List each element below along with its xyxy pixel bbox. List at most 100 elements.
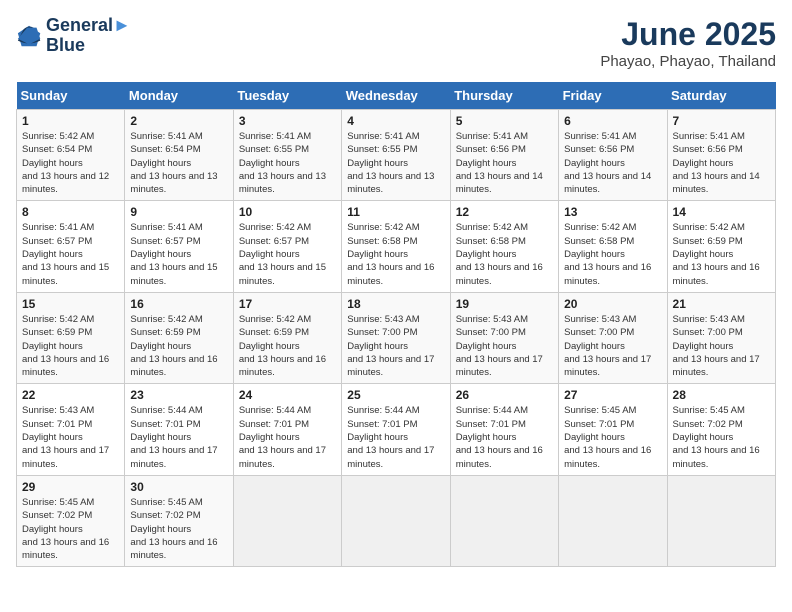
day-number: 15 <box>22 297 119 311</box>
weekday-header: Friday <box>559 82 667 110</box>
day-number: 16 <box>130 297 227 311</box>
day-detail: Sunrise: 5:44 AM Sunset: 7:01 PM Dayligh… <box>130 404 227 470</box>
day-number: 21 <box>673 297 770 311</box>
day-number: 25 <box>347 388 444 402</box>
calendar-day: 10 Sunrise: 5:42 AM Sunset: 6:57 PM Dayl… <box>233 201 341 292</box>
day-detail: Sunrise: 5:42 AM Sunset: 6:59 PM Dayligh… <box>22 313 119 379</box>
calendar-day: 18 Sunrise: 5:43 AM Sunset: 7:00 PM Dayl… <box>342 292 450 383</box>
day-detail: Sunrise: 5:42 AM Sunset: 6:57 PM Dayligh… <box>239 221 336 287</box>
day-detail: Sunrise: 5:45 AM Sunset: 7:02 PM Dayligh… <box>22 496 119 562</box>
calendar-day: 21 Sunrise: 5:43 AM Sunset: 7:00 PM Dayl… <box>667 292 775 383</box>
calendar-day <box>233 475 341 566</box>
day-detail: Sunrise: 5:42 AM Sunset: 6:54 PM Dayligh… <box>22 130 119 196</box>
day-number: 13 <box>564 205 661 219</box>
day-detail: Sunrise: 5:43 AM Sunset: 7:00 PM Dayligh… <box>673 313 770 379</box>
day-number: 8 <box>22 205 119 219</box>
day-number: 26 <box>456 388 553 402</box>
calendar-day: 17 Sunrise: 5:42 AM Sunset: 6:59 PM Dayl… <box>233 292 341 383</box>
calendar-day: 30 Sunrise: 5:45 AM Sunset: 7:02 PM Dayl… <box>125 475 233 566</box>
day-detail: Sunrise: 5:41 AM Sunset: 6:55 PM Dayligh… <box>347 130 444 196</box>
calendar-day: 26 Sunrise: 5:44 AM Sunset: 7:01 PM Dayl… <box>450 384 558 475</box>
day-number: 3 <box>239 114 336 128</box>
calendar-day: 1 Sunrise: 5:42 AM Sunset: 6:54 PM Dayli… <box>17 110 125 201</box>
day-number: 27 <box>564 388 661 402</box>
calendar-day: 19 Sunrise: 5:43 AM Sunset: 7:00 PM Dayl… <box>450 292 558 383</box>
weekday-header: Monday <box>125 82 233 110</box>
calendar-week: 1 Sunrise: 5:42 AM Sunset: 6:54 PM Dayli… <box>17 110 776 201</box>
day-detail: Sunrise: 5:42 AM Sunset: 6:58 PM Dayligh… <box>456 221 553 287</box>
calendar-day: 8 Sunrise: 5:41 AM Sunset: 6:57 PM Dayli… <box>17 201 125 292</box>
day-detail: Sunrise: 5:43 AM Sunset: 7:01 PM Dayligh… <box>22 404 119 470</box>
calendar-day: 23 Sunrise: 5:44 AM Sunset: 7:01 PM Dayl… <box>125 384 233 475</box>
day-detail: Sunrise: 5:44 AM Sunset: 7:01 PM Dayligh… <box>456 404 553 470</box>
day-number: 18 <box>347 297 444 311</box>
day-number: 10 <box>239 205 336 219</box>
title-area: June 2025 Phayao, Phayao, Thailand <box>600 16 776 70</box>
day-number: 12 <box>456 205 553 219</box>
day-number: 20 <box>564 297 661 311</box>
day-detail: Sunrise: 5:42 AM Sunset: 6:58 PM Dayligh… <box>564 221 661 287</box>
logo: General► Blue <box>16 16 131 56</box>
weekday-header: Saturday <box>667 82 775 110</box>
calendar-day: 15 Sunrise: 5:42 AM Sunset: 6:59 PM Dayl… <box>17 292 125 383</box>
calendar-day <box>559 475 667 566</box>
calendar-day: 3 Sunrise: 5:41 AM Sunset: 6:55 PM Dayli… <box>233 110 341 201</box>
day-detail: Sunrise: 5:41 AM Sunset: 6:56 PM Dayligh… <box>564 130 661 196</box>
day-detail: Sunrise: 5:43 AM Sunset: 7:00 PM Dayligh… <box>456 313 553 379</box>
day-detail: Sunrise: 5:42 AM Sunset: 6:59 PM Dayligh… <box>239 313 336 379</box>
calendar-week: 8 Sunrise: 5:41 AM Sunset: 6:57 PM Dayli… <box>17 201 776 292</box>
calendar-day: 14 Sunrise: 5:42 AM Sunset: 6:59 PM Dayl… <box>667 201 775 292</box>
calendar-day: 22 Sunrise: 5:43 AM Sunset: 7:01 PM Dayl… <box>17 384 125 475</box>
day-detail: Sunrise: 5:45 AM Sunset: 7:01 PM Dayligh… <box>564 404 661 470</box>
day-detail: Sunrise: 5:43 AM Sunset: 7:00 PM Dayligh… <box>347 313 444 379</box>
calendar-day: 6 Sunrise: 5:41 AM Sunset: 6:56 PM Dayli… <box>559 110 667 201</box>
day-detail: Sunrise: 5:41 AM Sunset: 6:54 PM Dayligh… <box>130 130 227 196</box>
day-number: 30 <box>130 480 227 494</box>
day-number: 9 <box>130 205 227 219</box>
calendar-day <box>342 475 450 566</box>
calendar-table: SundayMondayTuesdayWednesdayThursdayFrid… <box>16 82 776 567</box>
day-number: 24 <box>239 388 336 402</box>
day-detail: Sunrise: 5:44 AM Sunset: 7:01 PM Dayligh… <box>347 404 444 470</box>
calendar-day: 27 Sunrise: 5:45 AM Sunset: 7:01 PM Dayl… <box>559 384 667 475</box>
calendar-day: 25 Sunrise: 5:44 AM Sunset: 7:01 PM Dayl… <box>342 384 450 475</box>
calendar-day: 20 Sunrise: 5:43 AM Sunset: 7:00 PM Dayl… <box>559 292 667 383</box>
day-detail: Sunrise: 5:45 AM Sunset: 7:02 PM Dayligh… <box>130 496 227 562</box>
calendar-week: 29 Sunrise: 5:45 AM Sunset: 7:02 PM Dayl… <box>17 475 776 566</box>
day-number: 17 <box>239 297 336 311</box>
day-number: 19 <box>456 297 553 311</box>
calendar-week: 15 Sunrise: 5:42 AM Sunset: 6:59 PM Dayl… <box>17 292 776 383</box>
day-detail: Sunrise: 5:42 AM Sunset: 6:58 PM Dayligh… <box>347 221 444 287</box>
logo-icon <box>16 22 44 50</box>
day-number: 28 <box>673 388 770 402</box>
subtitle: Phayao, Phayao, Thailand <box>600 53 776 70</box>
calendar-day: 9 Sunrise: 5:41 AM Sunset: 6:57 PM Dayli… <box>125 201 233 292</box>
day-number: 14 <box>673 205 770 219</box>
weekday-header: Wednesday <box>342 82 450 110</box>
day-number: 22 <box>22 388 119 402</box>
day-detail: Sunrise: 5:41 AM Sunset: 6:57 PM Dayligh… <box>22 221 119 287</box>
header: General► Blue June 2025 Phayao, Phayao, … <box>16 16 776 70</box>
day-number: 2 <box>130 114 227 128</box>
day-detail: Sunrise: 5:45 AM Sunset: 7:02 PM Dayligh… <box>673 404 770 470</box>
calendar-day: 16 Sunrise: 5:42 AM Sunset: 6:59 PM Dayl… <box>125 292 233 383</box>
day-number: 4 <box>347 114 444 128</box>
calendar-day: 29 Sunrise: 5:45 AM Sunset: 7:02 PM Dayl… <box>17 475 125 566</box>
day-number: 7 <box>673 114 770 128</box>
calendar-week: 22 Sunrise: 5:43 AM Sunset: 7:01 PM Dayl… <box>17 384 776 475</box>
day-detail: Sunrise: 5:43 AM Sunset: 7:00 PM Dayligh… <box>564 313 661 379</box>
day-number: 1 <box>22 114 119 128</box>
day-detail: Sunrise: 5:41 AM Sunset: 6:55 PM Dayligh… <box>239 130 336 196</box>
day-number: 11 <box>347 205 444 219</box>
calendar-day <box>450 475 558 566</box>
day-detail: Sunrise: 5:41 AM Sunset: 6:57 PM Dayligh… <box>130 221 227 287</box>
weekday-header: Thursday <box>450 82 558 110</box>
calendar-day <box>667 475 775 566</box>
calendar-day: 28 Sunrise: 5:45 AM Sunset: 7:02 PM Dayl… <box>667 384 775 475</box>
day-detail: Sunrise: 5:41 AM Sunset: 6:56 PM Dayligh… <box>456 130 553 196</box>
day-detail: Sunrise: 5:42 AM Sunset: 6:59 PM Dayligh… <box>130 313 227 379</box>
calendar-day: 12 Sunrise: 5:42 AM Sunset: 6:58 PM Dayl… <box>450 201 558 292</box>
calendar-day: 4 Sunrise: 5:41 AM Sunset: 6:55 PM Dayli… <box>342 110 450 201</box>
logo-text: General► Blue <box>46 16 131 56</box>
calendar-day: 24 Sunrise: 5:44 AM Sunset: 7:01 PM Dayl… <box>233 384 341 475</box>
